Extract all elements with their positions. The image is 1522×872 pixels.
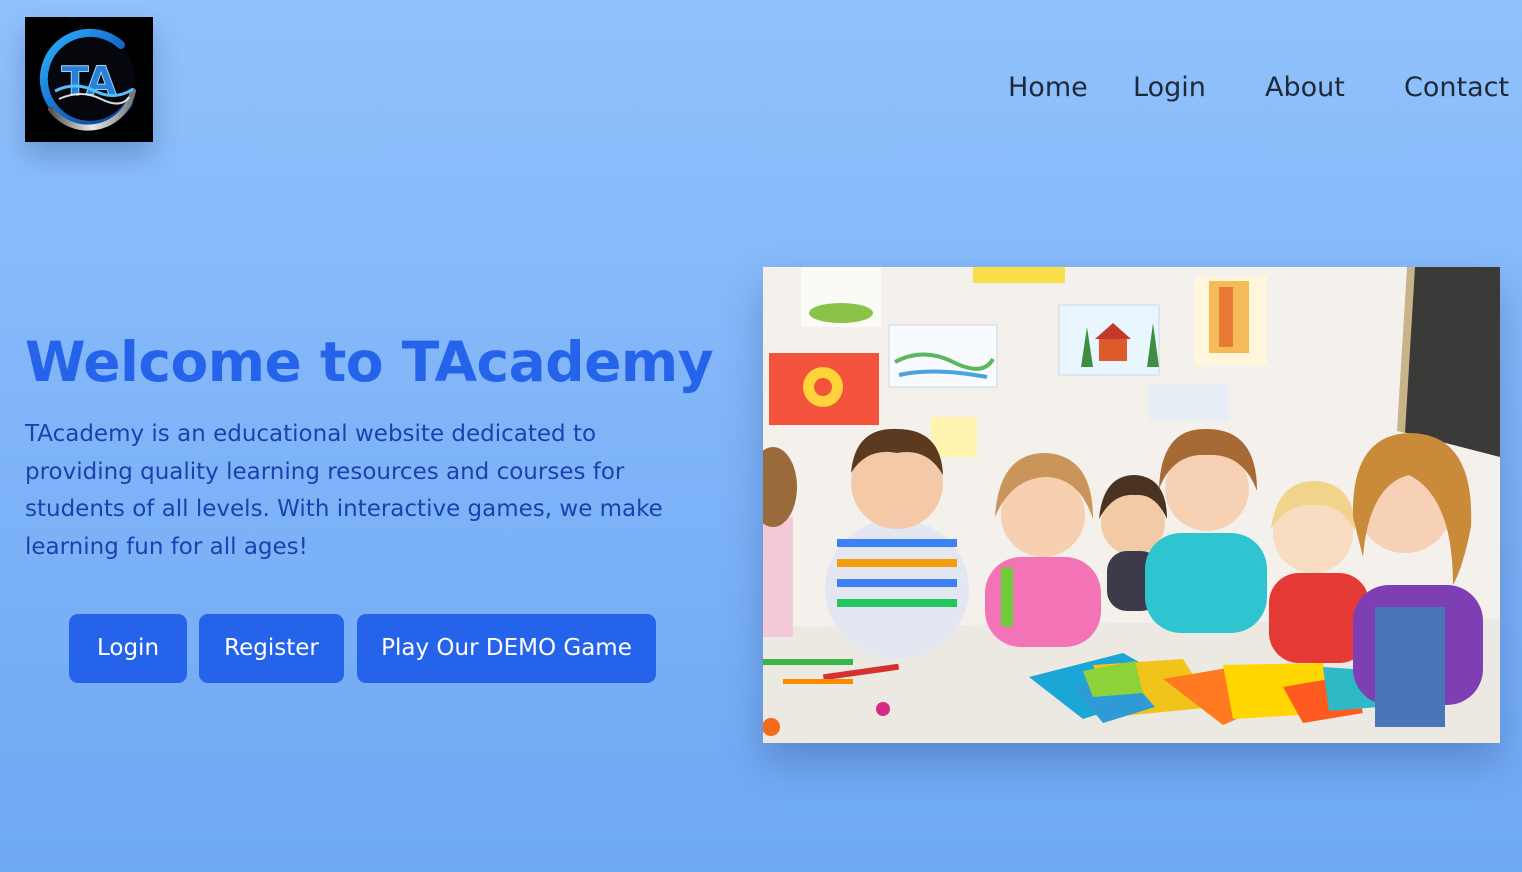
login-button[interactable]: Login	[69, 614, 187, 683]
hero-title: Welcome to TAcademy	[25, 330, 714, 394]
nav-about-link[interactable]: About	[1265, 70, 1345, 106]
main-nav: Home Login About Contact	[0, 70, 1522, 106]
register-button[interactable]: Register	[199, 614, 344, 683]
play-demo-game-button[interactable]: Play Our DEMO Game	[357, 614, 656, 683]
nav-contact-link[interactable]: Contact	[1404, 70, 1509, 106]
nav-login-link[interactable]: Login	[1133, 70, 1206, 106]
children-classroom-photo	[763, 267, 1500, 743]
hero-description: TAcademy is an educational website dedic…	[25, 421, 663, 560]
nav-home-link[interactable]: Home	[1008, 70, 1088, 106]
hero-image	[763, 267, 1500, 743]
